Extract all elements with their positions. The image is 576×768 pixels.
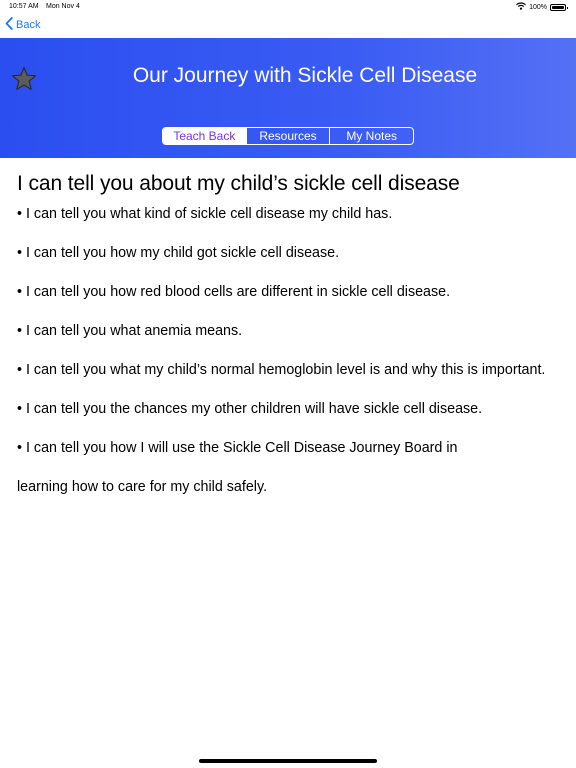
list-item: • I can tell you how my child got sickle… bbox=[17, 245, 340, 261]
nav-bar: Back bbox=[0, 14, 576, 38]
status-time: 10:57 AM bbox=[9, 3, 39, 10]
list-item: • I can tell you what my child’s normal … bbox=[17, 362, 546, 378]
list-item: • I can tell you what kind of sickle cel… bbox=[17, 206, 393, 222]
header-banner: Our Journey with Sickle Cell Disease Tea… bbox=[0, 38, 576, 158]
star-icon bbox=[10, 66, 38, 97]
battery-percent: 100% bbox=[529, 3, 547, 11]
list-item: • I can tell you the chances my other ch… bbox=[17, 401, 483, 417]
list-item: • I can tell you how I will use the Sick… bbox=[17, 440, 458, 456]
wifi-icon bbox=[516, 2, 527, 12]
tab-teach-back[interactable]: Teach Back bbox=[163, 128, 246, 144]
content-area: I can tell you about my child’s sickle c… bbox=[17, 172, 562, 516]
section-heading: I can tell you about my child’s sickle c… bbox=[17, 172, 460, 195]
chevron-left-icon bbox=[5, 17, 13, 33]
battery-fill bbox=[552, 5, 564, 9]
tab-resources[interactable]: Resources bbox=[245, 128, 330, 144]
teach-back-list: • I can tell you what kind of sickle cel… bbox=[17, 204, 562, 497]
back-label: Back bbox=[16, 19, 41, 31]
list-item: learning how to care for my child safely… bbox=[17, 479, 268, 495]
status-date: Mon Nov 4 bbox=[46, 3, 80, 10]
list-item: • I can tell you what anemia means. bbox=[17, 323, 243, 339]
back-button[interactable]: Back bbox=[5, 17, 40, 33]
page-title: Our Journey with Sickle Cell Disease bbox=[132, 64, 478, 87]
segmented-control: Teach Back Resources My Notes bbox=[162, 127, 414, 145]
home-indicator[interactable] bbox=[199, 759, 377, 763]
list-item: • I can tell you how red blood cells are… bbox=[17, 284, 451, 300]
battery-icon bbox=[550, 3, 568, 11]
status-right: 100% bbox=[516, 2, 568, 12]
tab-my-notes[interactable]: My Notes bbox=[329, 128, 413, 144]
favorite-button[interactable] bbox=[10, 65, 38, 93]
status-bar: 10:57 AM Mon Nov 4 100% bbox=[0, 0, 576, 14]
